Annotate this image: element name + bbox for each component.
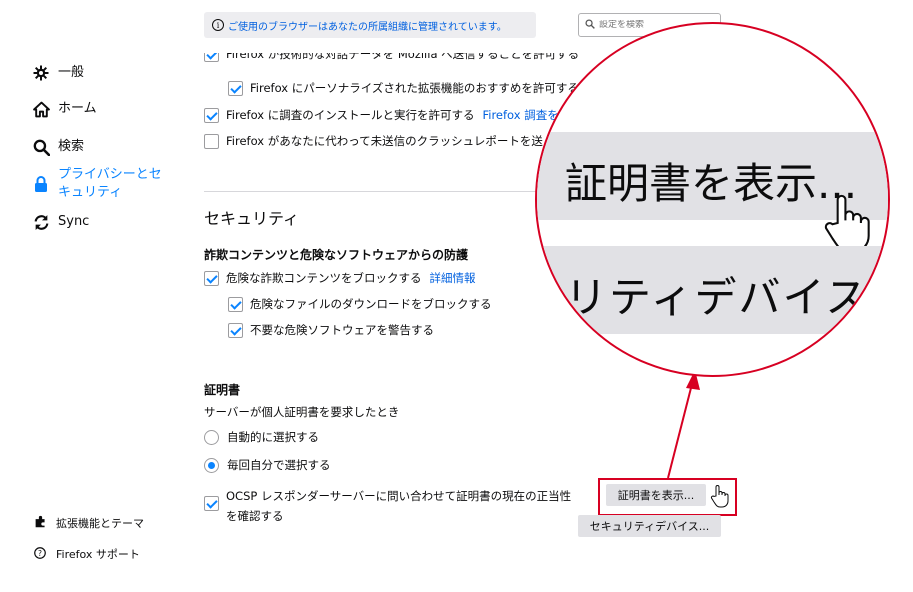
block-downloads-row[interactable]: 危険なファイルのダウンロードをブロックする — [228, 295, 492, 313]
block-downloads-checkbox[interactable] — [228, 297, 243, 312]
data-collection-telemetry-row[interactable]: Firefox が技術的な対話データを Mozilla へ送信することを許可する — [204, 53, 579, 65]
info-icon: i — [212, 19, 224, 31]
sidebar-item-label: 一般 — [58, 65, 85, 80]
sidebar-item-sync[interactable]: Sync — [32, 213, 89, 231]
recommendations-checkbox[interactable] — [228, 81, 243, 96]
sidebar-footer-extensions[interactable]: 拡張機能とテーマ — [32, 515, 144, 531]
recommendations-label: Firefox にパーソナライズされた拡張機能のおすすめを許可する — [250, 81, 579, 95]
crash-reports-label: Firefox があなたに代わって未送信のクラッシュレポートを送 — [226, 134, 543, 148]
block-dangerous-row[interactable]: 危険な詐欺コンテンツをブロックする 詳細情報 — [204, 269, 476, 287]
sidebar: 一般 ホーム 検索 プライバシーとセ キュリティ Sync 拡張機能とテーマ ? — [0, 0, 190, 592]
studies-link[interactable]: Firefox 調査を — [482, 106, 558, 124]
warn-software-label: 不要な危険ソフトウェアを警告する — [250, 323, 434, 337]
zoomed-security-devices-label: リティデバイス — [565, 273, 870, 322]
search-icon — [585, 18, 595, 32]
auto-select-label: 自動的に選択する — [227, 430, 319, 444]
lock-icon — [32, 175, 50, 193]
ocsp-label-line2: を確認する — [226, 509, 284, 523]
certificates-heading: 証明書 — [204, 383, 241, 397]
sidebar-item-search[interactable]: 検索 — [32, 138, 84, 156]
search-icon — [32, 138, 50, 156]
sidebar-item-privacy[interactable]: プライバシーとセ キュリティ — [32, 166, 162, 202]
view-certificates-highlight — [598, 478, 737, 516]
phishing-protection-heading: 詐欺コンテンツと危険なソフトウェアからの防護 — [204, 248, 469, 262]
learn-more-link[interactable]: 詳細情報 — [430, 269, 476, 287]
policy-notice-banner[interactable]: i ご使用のブラウザーはあなたの所属組織に管理されています。 — [204, 12, 536, 38]
gear-icon — [32, 64, 50, 82]
auto-select-row[interactable]: 自動的に選択する — [204, 428, 319, 446]
data-collection-studies-row[interactable]: Firefox に調査のインストールと実行を許可する Firefox 調査を — [204, 106, 559, 124]
zoom-magnifier: 証明書を表示... リティデバイス — [535, 22, 890, 377]
security-section-title: セキュリティ — [204, 209, 300, 228]
ask-every-time-row[interactable]: 毎回自分で選択する — [204, 456, 331, 474]
sidebar-item-home[interactable]: ホーム — [32, 100, 97, 118]
certificates-description: サーバーが個人証明書を要求したとき — [204, 405, 400, 419]
crash-reports-checkbox[interactable] — [204, 134, 219, 149]
sidebar-footer-support[interactable]: ? Firefox サポート — [32, 546, 140, 562]
block-dangerous-label: 危険な詐欺コンテンツをブロックする — [226, 271, 422, 285]
ocsp-checkbox[interactable] — [204, 496, 219, 511]
studies-checkbox[interactable] — [204, 108, 219, 123]
ask-every-time-radio[interactable] — [204, 458, 219, 473]
data-collection-crash-row[interactable]: Firefox があなたに代わって未送信のクラッシュレポートを送 — [204, 132, 543, 150]
help-icon: ? — [32, 546, 48, 562]
telemetry-label: Firefox が技術的な対話データを Mozilla へ送信することを許可する — [226, 53, 580, 61]
sidebar-item-label: 検索 — [58, 139, 85, 154]
sidebar-item-general[interactable]: 一般 — [32, 64, 84, 82]
sidebar-footer-label: Firefox サポート — [56, 548, 140, 561]
warn-software-row[interactable]: 不要な危険ソフトウェアを警告する — [228, 321, 434, 339]
puzzle-icon — [32, 515, 48, 531]
ocsp-label: OCSP レスポンダーサーバーに問い合わせて証明書の現在の正当性 を確認する — [226, 486, 571, 526]
security-devices-button[interactable]: セキュリティデバイス... — [578, 515, 721, 537]
warn-software-checkbox[interactable] — [228, 323, 243, 338]
svg-text:?: ? — [38, 549, 42, 558]
ocsp-label-line1: OCSP レスポンダーサーバーに問い合わせて証明書の現在の正当性 — [226, 489, 572, 503]
sidebar-footer-label: 拡張機能とテーマ — [56, 517, 144, 530]
sidebar-item-label: Sync — [58, 214, 90, 229]
sidebar-item-label: プライバシーとセ キュリティ — [58, 167, 162, 200]
studies-label: Firefox に調査のインストールと実行を許可する — [226, 108, 475, 122]
ocsp-row[interactable]: OCSP レスポンダーサーバーに問い合わせて証明書の現在の正当性 を確認する — [204, 486, 571, 526]
ask-every-time-label: 毎回自分で選択する — [227, 458, 331, 472]
telemetry-checkbox[interactable] — [204, 53, 219, 62]
home-icon — [32, 100, 50, 118]
data-collection-recommendations-row[interactable]: Firefox にパーソナライズされた拡張機能のおすすめを許可する — [228, 79, 579, 97]
zoomed-view-certificates-label: 証明書を表示... — [565, 159, 858, 208]
policy-notice-text: ご使用のブラウザーはあなたの所属組織に管理されています。 — [228, 21, 507, 33]
sync-icon — [32, 213, 50, 231]
block-downloads-label: 危険なファイルのダウンロードをブロックする — [250, 297, 492, 311]
auto-select-radio[interactable] — [204, 430, 219, 445]
sidebar-item-label: ホーム — [58, 101, 97, 116]
block-dangerous-checkbox[interactable] — [204, 271, 219, 286]
section-divider — [204, 191, 564, 192]
